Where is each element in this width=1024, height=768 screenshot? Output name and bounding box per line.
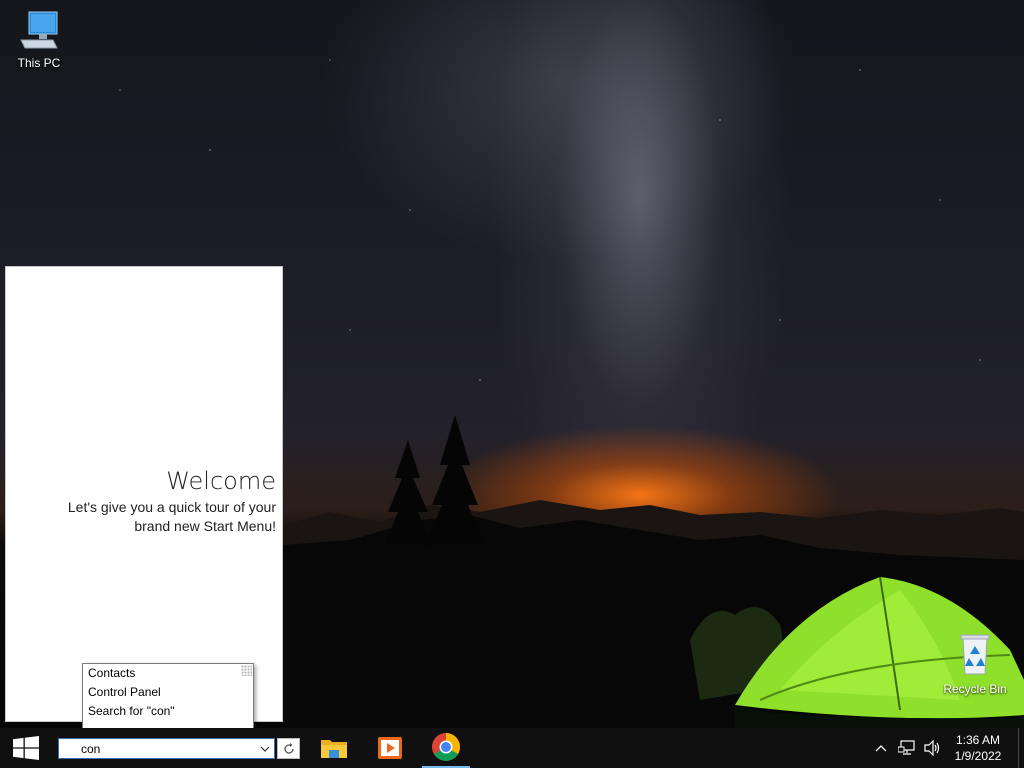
speaker-icon [924, 740, 940, 756]
chrome-icon [432, 733, 460, 761]
search-refresh-button[interactable] [277, 738, 300, 759]
network-icon [898, 740, 915, 755]
taskbar-clock[interactable]: 1:36 AM 1/9/2022 [946, 732, 1010, 764]
media-player-icon [378, 737, 402, 759]
refresh-icon [283, 742, 294, 754]
recycle-bin-icon [960, 634, 990, 675]
desktop-icon-recycle-bin[interactable]: Recycle Bin [938, 632, 1012, 696]
taskbar-app-chrome[interactable] [422, 728, 470, 768]
windows-logo-icon [13, 736, 39, 760]
clock-date: 1/9/2022 [954, 749, 1002, 763]
folder-icon [321, 740, 347, 758]
tray-volume[interactable] [922, 728, 944, 768]
welcome-title: Welcome [166, 467, 276, 495]
taskbar-search-box[interactable] [58, 738, 275, 759]
desktop-icon-label: This PC [17, 56, 61, 70]
chevron-down-icon [260, 746, 270, 752]
tray-network[interactable] [896, 728, 918, 768]
clock-time: 1:36 AM [955, 733, 1001, 747]
desktop-icon-label: Recycle Bin [943, 682, 1007, 696]
show-desktop-button[interactable] [1018, 728, 1024, 768]
suggestion-contacts[interactable]: Contacts [83, 664, 253, 683]
desktop-icon-this-pc[interactable]: This PC [2, 10, 76, 70]
taskbar-app-media-player[interactable] [366, 728, 414, 768]
suggestion-search-for[interactable]: Search for "con" [83, 702, 253, 721]
start-button[interactable] [0, 728, 52, 768]
chevron-up-icon [875, 745, 887, 752]
start-menu-panel: Welcome Let's give you a quick tour of y… [5, 266, 283, 722]
computer-icon [20, 11, 58, 49]
taskbar-app-file-explorer[interactable] [310, 728, 358, 768]
tray-show-hidden-icons[interactable] [872, 728, 890, 768]
suggestion-control-panel[interactable]: Control Panel [83, 683, 253, 702]
welcome-description: Let's give you a quick tour of your bran… [67, 499, 276, 534]
search-input[interactable] [81, 741, 251, 756]
resize-grip-icon[interactable] [241, 665, 252, 676]
taskbar: 1:36 AM 1/9/2022 [0, 728, 1024, 768]
search-dropdown-button[interactable] [257, 740, 273, 757]
